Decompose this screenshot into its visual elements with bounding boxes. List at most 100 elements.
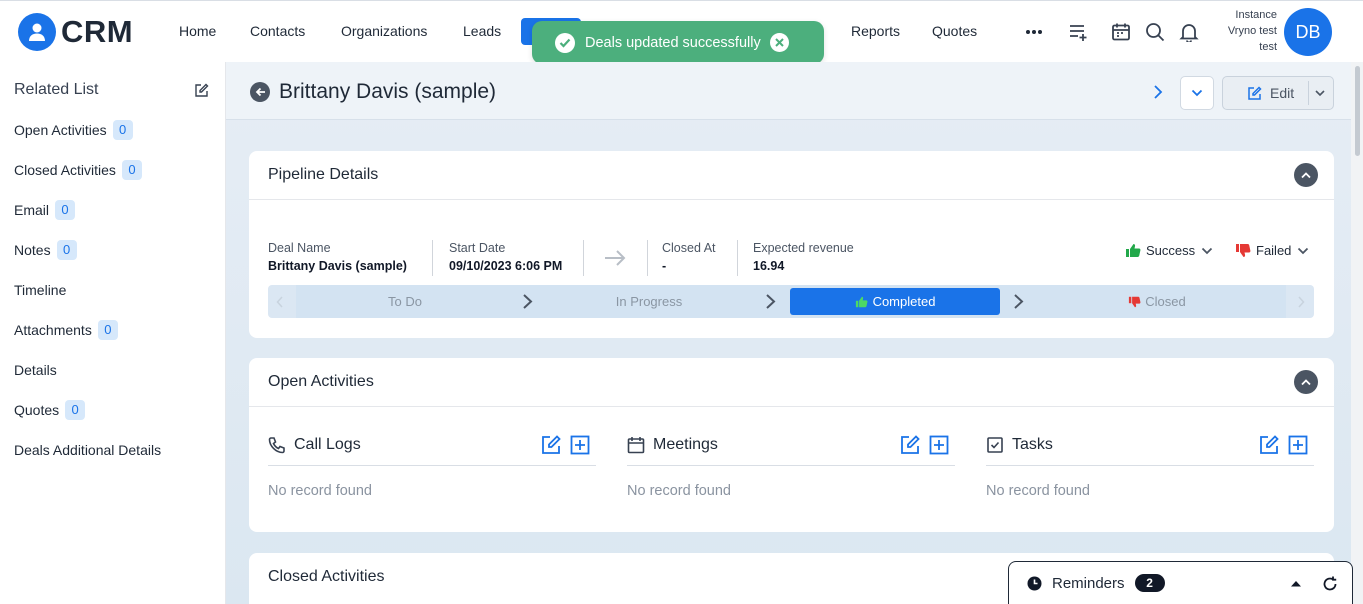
instance-name-cont: test (1259, 41, 1277, 53)
ellipsis-icon[interactable] (1023, 21, 1045, 43)
thumbs-up-icon (1126, 244, 1141, 257)
meetings-header: Meetings (627, 424, 955, 466)
calendar-icon (627, 436, 645, 453)
instance-label: Instance (1235, 9, 1277, 21)
chevron-right-icon (523, 294, 533, 309)
empty-state: No record found (627, 483, 731, 499)
count-badge: 0 (55, 200, 76, 220)
tasks-column: Tasks No record found (986, 424, 1314, 499)
chevron-right-icon[interactable] (1151, 82, 1165, 107)
stage-closed[interactable]: Closed (1028, 285, 1286, 318)
field-value: Brittany Davis (sample) (268, 259, 407, 273)
chevron-down-icon[interactable] (1315, 89, 1325, 97)
edit-icon[interactable] (194, 83, 209, 103)
sidebar-item-attachments[interactable]: Attachments 0 (14, 320, 118, 340)
card-title: Pipeline Details (268, 166, 379, 183)
sidebar-item-timeline[interactable]: Timeline (14, 282, 66, 298)
sidebar-item-deals-additional-details[interactable]: Deals Additional Details (14, 442, 161, 458)
card-title: Open Activities (268, 373, 374, 390)
sidebar-item-label: Email (14, 202, 50, 218)
count-badge: 0 (65, 400, 86, 420)
field-value: 09/10/2023 6:06 PM (449, 259, 563, 273)
divider (432, 240, 433, 276)
sidebar-item-label: Deals Additional Details (14, 442, 162, 458)
empty-state: No record found (268, 483, 372, 499)
avatar[interactable]: DB (1284, 8, 1332, 56)
sidebar-item-label: Closed Activities (14, 162, 116, 178)
chevron-down-icon (1191, 89, 1203, 97)
reminders-count-badge: 2 (1134, 574, 1165, 592)
count-badge: 0 (56, 240, 77, 260)
chevron-up-icon[interactable] (1294, 370, 1318, 394)
stage-progress-bar: To Do In Progress Completed Closed (268, 285, 1314, 318)
user-instance-info: Instance Vryno test test (1228, 7, 1277, 55)
card-title: Closed Activities (268, 568, 385, 585)
close-icon[interactable] (769, 33, 789, 52)
meetings-column: Meetings No record found (627, 424, 955, 499)
stage-to-do[interactable]: To Do (296, 285, 514, 318)
sidebar-item-email[interactable]: Email 0 (14, 200, 76, 220)
call-logs-header: Call Logs (268, 424, 596, 466)
add-icon[interactable] (570, 435, 590, 455)
check-icon (555, 32, 575, 53)
nav-leads[interactable]: Leads (463, 23, 501, 39)
divider (583, 240, 584, 276)
sidebar-item-label: Attachments (14, 322, 92, 338)
column-title: Tasks (1012, 435, 1053, 453)
field-label: Closed At (662, 241, 716, 255)
add-list-icon[interactable] (1068, 21, 1090, 43)
calendar-icon[interactable] (1110, 21, 1132, 43)
add-icon[interactable] (929, 435, 949, 455)
caret-up-icon[interactable] (1291, 580, 1301, 587)
add-icon[interactable] (1288, 435, 1308, 455)
app-logo[interactable]: CRM (18, 13, 133, 51)
nav-home[interactable]: Home (179, 23, 216, 39)
back-arrow-icon[interactable] (250, 82, 270, 102)
success-toast: Deals updated successfully (532, 21, 824, 64)
nav-reports[interactable]: Reports (851, 23, 900, 39)
failed-dropdown[interactable]: Failed (1235, 243, 1309, 258)
sidebar-item-notes[interactable]: Notes 0 (14, 240, 77, 260)
sidebar-item-details[interactable]: Details (14, 362, 57, 378)
refresh-icon[interactable] (1322, 576, 1338, 592)
chevron-down-icon (1298, 247, 1309, 254)
nav-organizations[interactable]: Organizations (341, 23, 427, 39)
reminders-panel[interactable]: Reminders 2 (1008, 561, 1353, 604)
edit-icon[interactable] (900, 435, 920, 455)
divider (1308, 81, 1309, 105)
stage-in-progress[interactable]: In Progress (538, 285, 760, 318)
scrollbar[interactable] (1351, 62, 1363, 604)
phone-icon (268, 436, 285, 453)
field-label: Expected revenue (753, 241, 854, 255)
scrollbar-thumb[interactable] (1355, 66, 1360, 156)
bell-icon[interactable] (1178, 21, 1200, 43)
reminders-label: Reminders (1052, 574, 1125, 592)
sidebar-item-quotes[interactable]: Quotes 0 (14, 400, 86, 420)
start-date-field: Start Date 09/10/2023 6:06 PM (449, 241, 562, 273)
call-logs-column: Call Logs No record found (268, 424, 596, 499)
chevron-left-icon[interactable] (276, 296, 284, 308)
sidebar-item-closed-activities[interactable]: Closed Activities 0 (14, 160, 142, 180)
field-label: Start Date (449, 241, 506, 255)
nav-quotes[interactable]: Quotes (932, 23, 977, 39)
search-icon[interactable] (1144, 21, 1166, 43)
nav-contacts[interactable]: Contacts (250, 23, 305, 39)
checkbox-icon (987, 436, 1003, 453)
edit-button[interactable]: Edit (1222, 76, 1334, 110)
edit-button-label: Edit (1270, 85, 1295, 101)
chevron-up-icon[interactable] (1294, 163, 1318, 187)
record-nav-dropdown[interactable] (1180, 76, 1214, 110)
field-label: Deal Name (268, 241, 331, 255)
divider (249, 406, 1334, 407)
thumbs-down-icon (1236, 244, 1251, 257)
sidebar-item-label: Notes (14, 242, 51, 258)
clock-icon (1027, 576, 1042, 590)
edit-icon[interactable] (541, 435, 561, 455)
sidebar-item-open-activities[interactable]: Open Activities 0 (14, 120, 133, 140)
logo-text: CRM (61, 14, 134, 49)
stage-completed[interactable]: Completed (790, 288, 1000, 315)
edit-icon[interactable] (1259, 435, 1279, 455)
chevron-right-icon[interactable] (1297, 296, 1305, 308)
success-dropdown[interactable]: Success (1125, 243, 1213, 258)
stage-label: Completed (872, 294, 936, 309)
